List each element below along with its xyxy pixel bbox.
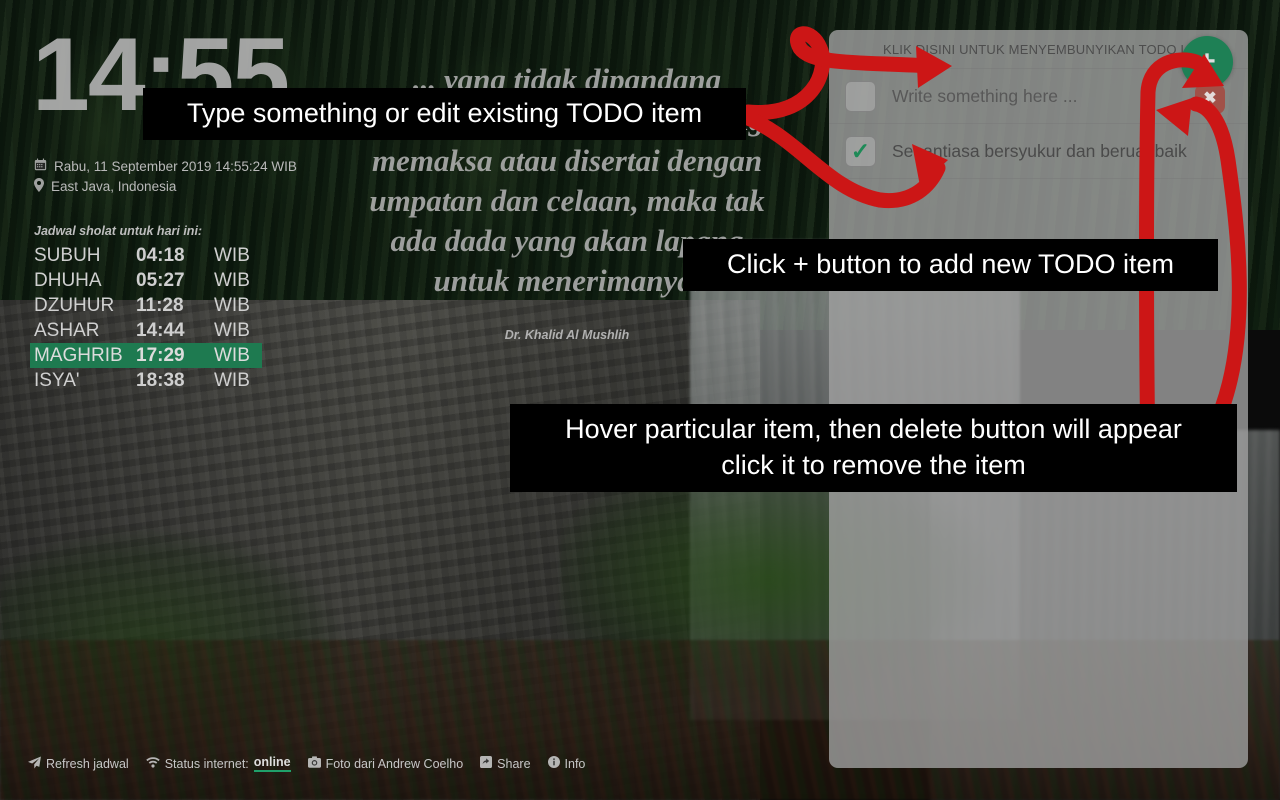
callout-click-plus: Click + button to add new TODO item xyxy=(683,239,1218,292)
todo-item-text[interactable]: Senantiasa bersyukur dan beruat baik xyxy=(892,141,1230,162)
prayer-time: 14:44 xyxy=(136,319,185,341)
map-pin-icon xyxy=(34,178,44,195)
prayer-timezone: WIB xyxy=(214,244,250,266)
todo-item-text[interactable]: Write something here ... xyxy=(892,86,1230,107)
prayer-time: 17:29 xyxy=(136,344,185,366)
location-row: East Java, Indonesia xyxy=(34,178,297,195)
refresh-jadwal-button[interactable]: Refresh jadwal xyxy=(28,755,129,772)
calendar-icon xyxy=(34,158,47,174)
prayer-timezone: WIB xyxy=(214,294,250,316)
prayer-name: SUBUH xyxy=(34,244,101,266)
quote-line-3: memaksa atau disertai dengan xyxy=(371,142,763,178)
paper-plane-icon xyxy=(28,755,41,772)
callout-hover-delete-line1: Hover particular item, then delete butto… xyxy=(565,414,1182,444)
photo-credit[interactable]: Foto dari Andrew Coelho xyxy=(307,756,464,771)
location-text: East Java, Indonesia xyxy=(51,179,177,194)
prayer-name: ISYA' xyxy=(34,369,80,391)
datetime-row: Rabu, 11 September 2019 14:55:24 WIB xyxy=(34,158,297,174)
prayer-timezone: WIB xyxy=(214,269,250,291)
callout-hover-delete: Hover particular item, then delete butto… xyxy=(510,404,1237,493)
prayer-row-isya: ISYA' 18:38 WIB xyxy=(30,368,262,393)
share-icon xyxy=(480,756,493,771)
add-todo-button[interactable]: + xyxy=(1181,36,1233,88)
plus-icon: + xyxy=(1198,45,1216,78)
photo-credit-label: Foto dari Andrew Coelho xyxy=(325,756,464,771)
app-root: 14:55 Rabu, 11 September 2019 14:55:24 W… xyxy=(0,0,1280,800)
quote-line-4: umpatan dan celaan, maka tak xyxy=(369,182,765,218)
prayer-timezone: WIB xyxy=(214,319,250,341)
prayer-row-maghrib: MAGHRIB 17:29 WIB xyxy=(30,343,262,368)
prayer-time: 18:38 xyxy=(136,369,185,391)
prayer-row-ashar: ASHAR 14:44 WIB xyxy=(30,318,262,343)
checkbox-unchecked[interactable] xyxy=(845,80,876,112)
wifi-icon xyxy=(145,756,160,771)
check-icon: ✓ xyxy=(850,137,871,164)
close-icon: ✖ xyxy=(1203,90,1217,107)
datetime-text: Rabu, 11 September 2019 14:55:24 WIB xyxy=(54,158,297,174)
internet-status[interactable]: Status internet: online xyxy=(145,755,291,772)
prayer-name: DZUHUR xyxy=(34,294,115,316)
prayer-row-subuh: SUBUH 04:18 WIB xyxy=(30,243,262,268)
prayer-row-dzuhur: DZUHUR 11:28 WIB xyxy=(30,293,262,318)
callout-hover-delete-line2: click it to remove the item xyxy=(721,450,1026,481)
prayer-schedule-title: Jadwal sholat untuk hari ini: xyxy=(34,224,203,238)
prayer-timezone: WIB xyxy=(214,369,250,391)
prayer-schedule-table: SUBUH 04:18 WIB DHUHA 05:27 WIB DZUHUR 11:28 WIB… xyxy=(30,243,262,393)
delete-todo-button[interactable]: ✖ xyxy=(1195,84,1225,114)
info-button[interactable]: Info xyxy=(547,756,586,771)
todo-item[interactable]: ✓ Senantiasa bersyukur dan beruat baik xyxy=(829,124,1248,179)
todo-panel: KLIK DISINI UNTUK MENYEMBUNYIKAN TODO LI… xyxy=(829,30,1248,768)
quote-author: Dr. Khalid Al Mushlih xyxy=(504,328,630,342)
info-circle-icon xyxy=(547,756,560,771)
prayer-name: MAGHRIB xyxy=(34,344,123,366)
callout-type-something: Type something or edit existing TODO ite… xyxy=(143,88,746,141)
info-label: Info xyxy=(564,756,586,771)
internet-status-value: online xyxy=(253,755,291,772)
prayer-time: 11:28 xyxy=(136,294,184,316)
footer-bar: Refresh jadwal Status internet: online F… xyxy=(28,755,585,772)
checkbox-checked[interactable]: ✓ xyxy=(845,135,876,167)
prayer-time: 04:18 xyxy=(136,244,185,266)
prayer-row-dhuha: DHUHA 05:27 WIB xyxy=(30,268,262,293)
camera-icon xyxy=(307,756,321,771)
prayer-timezone: WIB xyxy=(214,344,250,366)
share-button[interactable]: Share xyxy=(480,756,531,771)
prayer-name: DHUHA xyxy=(34,269,102,291)
refresh-jadwal-label: Refresh jadwal xyxy=(46,756,129,771)
internet-status-label: Status internet: xyxy=(164,756,249,771)
todo-list: Write something here ... ✓ Senantiasa bers… xyxy=(829,68,1248,179)
prayer-time: 05:27 xyxy=(136,269,185,291)
meta-block: Rabu, 11 September 2019 14:55:24 WIB Eas… xyxy=(34,158,297,199)
share-label: Share xyxy=(497,756,531,771)
prayer-name: ASHAR xyxy=(34,319,100,341)
